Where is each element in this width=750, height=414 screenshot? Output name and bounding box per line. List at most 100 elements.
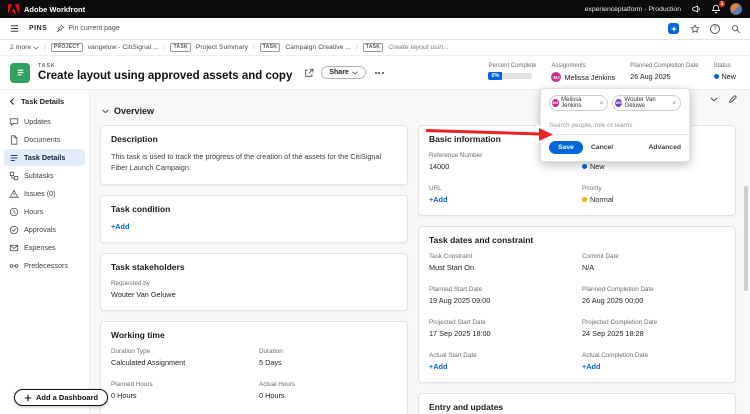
status-dot [713,74,719,80]
user-avatar[interactable] [730,3,742,15]
planned-completion-value[interactable]: 26 Aug 2025 [630,72,698,81]
breadcrumb-type: TASK [362,43,384,52]
assignee-avatar: MJ [551,72,562,83]
status-dot [582,164,587,169]
more-options-button[interactable] [373,70,386,76]
card-title: Entry and updates [429,402,504,412]
entry-updates-card: Entry and updates Entry Date 19 Aug 2025… [418,393,736,414]
edit-pencil-icon[interactable] [728,94,738,104]
field-planned-start-date: Planned Start Date 19 Aug 2025 09:00 [429,286,491,305]
pins-label: PINS [29,25,48,32]
chevron-down-icon [33,46,39,49]
breadcrumb-more[interactable]: 2 more [10,44,39,51]
field-projected-completion-date: Projected Completion Date 24 Sep 2025 18… [582,319,658,338]
sidebar-item-subtasks[interactable]: Subtasks [4,167,85,184]
adobe-logo-icon [8,4,19,14]
assignments-popup: MJ Melissa Jenkins WG Wouter Van Geluwe … [540,88,690,162]
breadcrumb: 2 more PROJECT vangeluw - CitiSignal ...… [0,40,750,56]
assignments-label: Assignments [551,62,586,69]
left-navigation: Task Details Updates Documents Task Deta… [0,90,90,414]
assignee-search-input[interactable] [549,119,681,134]
subtasks-icon [9,171,19,181]
field-actual-start-date: Actual Start Date +Add [429,352,477,371]
assignee-chip-wouter[interactable]: WG Wouter Van Geluwe [612,95,681,111]
chevron-down-icon [102,109,109,113]
field-duration-type: Duration Type Calculated Assignment [111,348,186,368]
object-type-label: TASK [38,63,56,69]
add-actual-start-link[interactable]: +Add [429,362,447,371]
planned-completion-metric: Planned Completion Date 26 Aug 2025 [630,63,698,82]
chevron-down-icon [352,71,358,74]
search-icon[interactable] [730,23,741,34]
assignments-value[interactable]: MJ Melissa Jenkins [551,72,616,83]
pin-current-page-button[interactable]: Pin current page [56,24,120,33]
field-projected-start-date: Projected Start Date 17 Sep 2025 18:00 [429,319,491,338]
chip-avatar: WG [615,99,623,107]
panel-back-button[interactable]: Task Details [0,94,89,113]
remove-chip-icon[interactable] [600,100,604,107]
breadcrumb-separator [44,44,46,51]
hamburger-menu-icon[interactable] [9,23,20,34]
share-button[interactable]: Share [321,66,366,79]
whats-new-icon[interactable] [668,23,679,34]
sidebar-item-updates[interactable]: Updates [4,113,85,130]
card-title: Description [111,134,158,144]
add-task-condition-link[interactable]: +Add [111,222,129,231]
sidebar-item-hours[interactable]: Hours [4,203,85,220]
task-dates-card: Task dates and constraint Task Constrain… [418,226,736,383]
add-url-link[interactable]: +Add [429,195,447,204]
sidebar-item-approvals[interactable]: Approvals [4,221,85,238]
assignee-chip-melissa[interactable]: MJ Melissa Jenkins [549,95,609,111]
envelope-icon [9,243,19,253]
vertical-scrollbar[interactable] [744,186,748,291]
pin-current-page-label: Pin current page [68,25,120,32]
chip-avatar: MJ [552,99,559,107]
field-actual-hours: Actual Hours 0 Hours [259,381,296,401]
save-button[interactable]: Save [549,141,583,154]
status-value[interactable]: New [713,72,736,81]
help-icon[interactable] [710,23,720,34]
sidebar-item-issues[interactable]: Issues (0) [4,185,85,202]
assignee-name: Melissa Jenkins [564,72,616,82]
field-requested-by: Requested by Wouter Van Geluwe [111,280,176,300]
issue-icon [9,189,19,199]
remove-chip-icon[interactable] [672,100,676,107]
percent-complete-editor[interactable]: 0% [488,72,536,81]
description-text: This task is used to track the progress … [111,152,382,172]
list-icon [9,153,19,163]
sidebar-item-documents[interactable]: Documents [4,131,85,148]
advanced-button[interactable]: Advanced [649,144,681,151]
task-header: TASK Create layout using approved assets… [0,56,750,90]
workfront-app: Adobe Workfront experienceplatform - Pro… [0,0,750,414]
comment-icon [9,117,19,127]
megaphone-icon[interactable] [690,4,701,15]
chip-name: Wouter Van Geluwe [624,97,656,109]
share-export-icon[interactable] [304,68,314,78]
breadcrumb-link[interactable]: vangeluw - CitiSignal ... [88,44,159,51]
notification-badge: 1 [719,0,725,7]
sidebar-item-task-details[interactable]: Task Details [4,149,85,166]
sidebar-item-expenses[interactable]: Expenses [4,239,85,256]
breadcrumb-link[interactable]: Project Summary [196,44,248,51]
favorites-star-icon[interactable] [689,23,700,34]
approval-check-icon [9,225,19,235]
cancel-button[interactable]: Cancel [591,144,613,151]
sidebar-item-predecessors[interactable]: Predecessors [4,257,85,274]
collapse-all-icon[interactable] [710,97,718,102]
planned-completion-label: Planned Completion Date [630,62,699,69]
status-label: Status [713,62,731,69]
add-dashboard-button[interactable]: Add a Dashboard [14,389,109,406]
add-actual-completion-link[interactable]: +Add [582,362,600,371]
field-actual-completion-date: Actual Completion Date +Add [582,352,649,371]
back-arrow-icon [8,97,17,106]
breadcrumb-link[interactable]: Campaign Creative ... [285,44,351,51]
task-type-icon [10,62,30,83]
assignments-metric: Assignments MJ Melissa Jenkins [551,63,615,83]
field-priority: Priority Normal [582,185,614,204]
bell-icon[interactable]: 1 [710,0,725,15]
percent-complete-track [502,73,533,80]
field-duration: Duration 5 Days [259,348,283,368]
chip-name: Melissa Jenkins [561,97,582,109]
share-button-label: Share [329,69,349,76]
clock-icon [9,207,19,217]
